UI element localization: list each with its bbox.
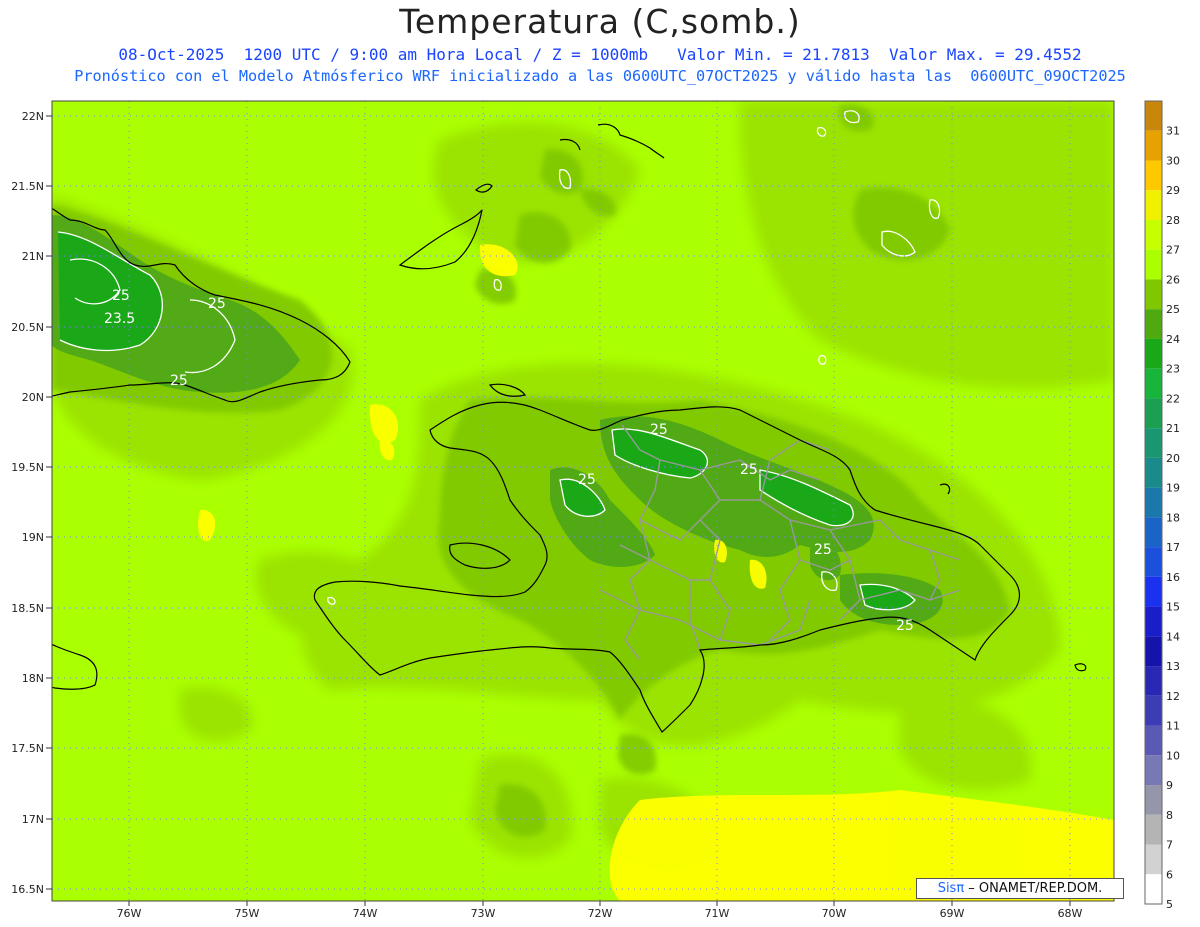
colorbar-label-24: 7 <box>1166 839 1173 852</box>
lat-label-1: 21.5N <box>11 180 44 193</box>
colorbar-label-18: 13 <box>1166 660 1180 673</box>
colorbar-label-2: 29 <box>1166 184 1180 197</box>
colorbar-label-23: 8 <box>1166 809 1173 822</box>
lat-label-5: 19.5N <box>11 461 44 474</box>
color-scale-bar: 31 30 29 28 27 26 25 24 23 22 21 20 19 18 17 16 15 14 13 12… <box>1144 100 1180 911</box>
colorbar-label-25: 6 <box>1166 868 1173 881</box>
colorbar-swatch-20 <box>1145 695 1162 726</box>
organization-label: – ONAMET/REP.DOM. <box>964 881 1103 896</box>
colorbar-swatch-10 <box>1145 398 1162 429</box>
pi-symbol: π <box>956 881 965 896</box>
colorbar-swatch-0 <box>1145 101 1162 131</box>
contour-label-0: 25 <box>112 288 130 304</box>
colorbar-label-15: 16 <box>1166 571 1180 584</box>
lat-label-8: 18N <box>22 672 44 685</box>
colorbar-label-5: 26 <box>1166 273 1180 286</box>
colorbar-swatch-18 <box>1145 636 1162 667</box>
colorbar-label-13: 18 <box>1166 511 1180 524</box>
colorbar-swatch-21 <box>1145 725 1162 756</box>
lon-label-2: 74W <box>353 907 378 920</box>
colorbar-label-26: 5 <box>1166 898 1173 911</box>
colorbar-swatch-24 <box>1145 814 1162 845</box>
colorbar-label-3: 28 <box>1166 214 1180 227</box>
colorbar-label-11: 20 <box>1166 452 1180 465</box>
colorbar-swatch-15 <box>1145 547 1162 577</box>
colorbar-label-7: 24 <box>1166 333 1180 346</box>
lat-label-9: 17.5N <box>11 742 44 755</box>
lat-label-10: 17N <box>22 813 44 826</box>
contour-label-3: 25 <box>170 373 188 389</box>
colorbar-swatch-14 <box>1145 517 1162 548</box>
colorbar-swatch-4 <box>1145 219 1162 250</box>
colorbar-swatch-26 <box>1145 874 1162 904</box>
contour-label-1: 23.5 <box>104 311 135 327</box>
contour-label-4: 25 <box>650 422 668 438</box>
lat-label-7: 18.5N <box>11 602 44 615</box>
lon-label-7: 69W <box>940 907 965 920</box>
lon-label-0: 76W <box>117 907 142 920</box>
sis-logo-text: Sis <box>937 881 957 896</box>
colorbar-label-10: 21 <box>1166 422 1180 435</box>
colorbar-swatch-8 <box>1145 338 1162 369</box>
colorbar-label-21: 10 <box>1166 749 1180 762</box>
colorbar-label-8: 23 <box>1166 363 1180 376</box>
colorbar-swatch-25 <box>1145 844 1162 875</box>
colorbar-swatch-3 <box>1145 190 1162 220</box>
colorbar-label-16: 15 <box>1166 601 1180 614</box>
colorbar-label-0: 31 <box>1166 125 1180 138</box>
colorbar-swatch-12 <box>1145 457 1162 488</box>
colorbar-swatch-2 <box>1145 160 1162 191</box>
contour-label-5: 25 <box>578 472 596 488</box>
lon-label-6: 70W <box>822 907 847 920</box>
colorbar-label-19: 12 <box>1166 690 1180 703</box>
lat-label-6: 19N <box>22 531 44 544</box>
longitude-labels: 76W 75W 74W 73W 72W 71W 70W 69W 68W <box>117 901 1083 920</box>
colorbar-swatch-22 <box>1145 755 1162 786</box>
colorbar-label-12: 19 <box>1166 482 1180 495</box>
colorbar-swatch-5 <box>1145 249 1162 280</box>
colorbar-label-6: 25 <box>1166 303 1180 316</box>
colorbar-label-22: 9 <box>1166 779 1173 792</box>
colorbar-label-9: 22 <box>1166 392 1180 405</box>
colorbar-swatch-19 <box>1145 666 1162 696</box>
colorbar-swatch-9 <box>1145 368 1162 399</box>
latitude-labels: 22N 21.5N 21N 20.5N 20N 19.5N 19N 18.5N 18N 17.5N… <box>11 110 52 896</box>
colorbar-swatch-16 <box>1145 576 1162 607</box>
temperature-map: 25 23.5 25 25 25 25 25 25 25 22N 21.5N 21N 20.5N 20N… <box>11 100 1180 920</box>
lon-label-1: 75W <box>235 907 260 920</box>
colorbar-swatch-23 <box>1145 785 1162 815</box>
colorbar-swatch-1 <box>1145 130 1162 161</box>
lat-label-11: 16.5N <box>11 883 44 896</box>
colorbar-label-20: 11 <box>1166 720 1180 733</box>
lat-label-3: 20.5N <box>11 321 44 334</box>
lon-label-4: 72W <box>588 907 613 920</box>
colorbar-swatch-7 <box>1145 309 1162 339</box>
lon-label-5: 71W <box>705 907 730 920</box>
colorbar-label-17: 14 <box>1166 630 1180 643</box>
colorbar-swatch-13 <box>1145 487 1162 518</box>
lon-label-3: 73W <box>471 907 496 920</box>
contour-label-6: 25 <box>740 462 758 478</box>
lat-label-0: 22N <box>22 110 44 123</box>
colorbar-swatch-17 <box>1145 606 1162 637</box>
colorbar-swatch-6 <box>1145 279 1162 310</box>
contour-label-2: 25 <box>208 296 226 312</box>
colorbar-label-14: 17 <box>1166 541 1180 554</box>
lat-label-4: 20N <box>22 391 44 404</box>
colorbar-label-1: 30 <box>1166 154 1180 167</box>
contour-label-8: 25 <box>896 618 914 634</box>
lat-label-2: 21N <box>22 250 44 263</box>
credit-box: Sisπ – ONAMET/REP.DOM. <box>916 878 1124 899</box>
contour-label-7: 25 <box>814 542 832 558</box>
colorbar-label-4: 27 <box>1166 244 1180 257</box>
lon-label-8: 68W <box>1058 907 1083 920</box>
colorbar-swatch-11 <box>1145 428 1162 458</box>
